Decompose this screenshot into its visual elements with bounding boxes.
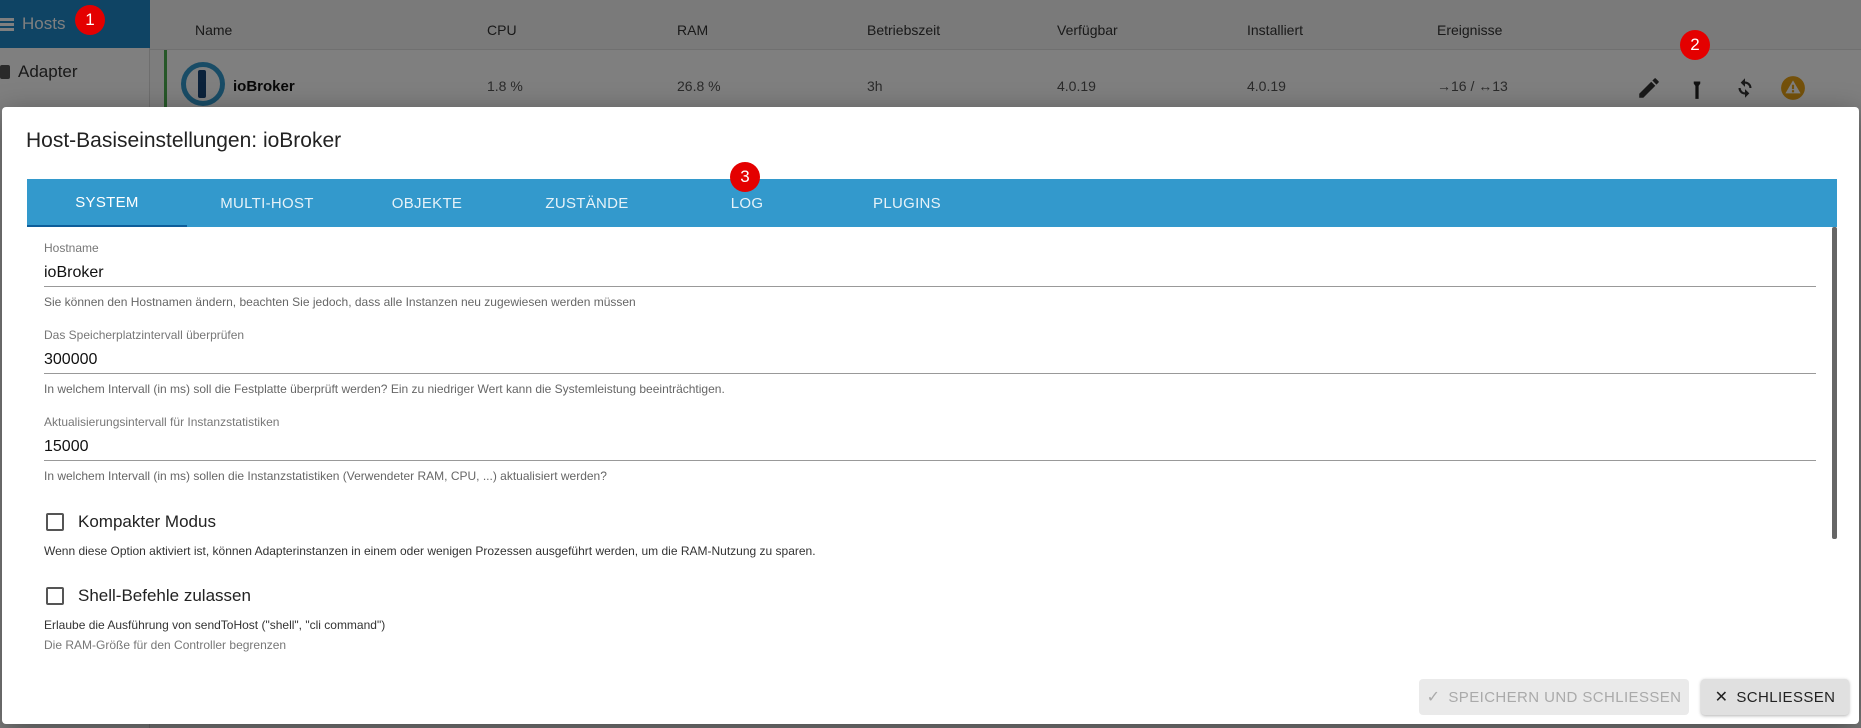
ram-limit-label: Die RAM-Größe für den Controller begrenz… [44, 638, 287, 652]
tab-objekte[interactable]: OBJEKTE [347, 179, 507, 227]
host-settings-dialog: Host-Basiseinstellungen: ioBroker SYSTEM… [2, 107, 1859, 724]
save-and-close-button[interactable]: ✓ SPEICHERN UND SCHLIESSEN [1419, 679, 1689, 715]
field-label: Hostname [44, 241, 99, 255]
stats-interval-input[interactable]: 15000 [44, 437, 1816, 461]
disk-interval-field: Das Speicherplatzintervall überprüfen 30… [44, 328, 1816, 396]
close-label: SCHLIESSEN [1736, 688, 1836, 706]
disk-interval-input[interactable]: 300000 [44, 350, 1816, 374]
check-icon: ✓ [1426, 689, 1441, 706]
close-icon: ✕ [1714, 689, 1729, 706]
compact-mode-checkbox-row[interactable]: Kompakter Modus [44, 510, 1816, 534]
tab-bar: SYSTEM MULTI-HOST OBJEKTE ZUSTÄNDE LOG P… [27, 179, 1837, 227]
compact-mode-option: Kompakter Modus Wenn diese Option aktivi… [44, 510, 1816, 558]
annotation-badge-2: 2 [1680, 30, 1710, 60]
field-help: In welchem Intervall (in ms) soll die Fe… [44, 382, 725, 396]
tab-plugins[interactable]: PLUGINS [827, 179, 987, 227]
shell-commands-option: Shell-Befehle zulassen Erlaube die Ausfü… [44, 584, 1816, 632]
dialog-content[interactable]: Hostname ioBroker Sie können den Hostnam… [27, 227, 1837, 654]
field-label: Das Speicherplatzintervall überprüfen [44, 328, 245, 342]
dialog-title: Host-Basiseinstellungen: ioBroker [26, 129, 342, 152]
close-button[interactable]: ✕ SCHLIESSEN [1701, 679, 1849, 715]
tab-zustaende[interactable]: ZUSTÄNDE [507, 179, 667, 227]
checkbox-label: Kompakter Modus [78, 512, 216, 531]
field-help: In welchem Intervall (in ms) sollen die … [44, 469, 607, 483]
hostname-field: Hostname ioBroker Sie können den Hostnam… [44, 241, 1816, 309]
content-scrollbar[interactable] [1832, 227, 1837, 539]
shell-commands-checkbox[interactable] [46, 587, 64, 605]
checkbox-label: Shell-Befehle zulassen [78, 586, 251, 605]
annotation-badge-3: 3 [730, 162, 760, 192]
field-help: Sie können den Hostnamen ändern, beachte… [44, 295, 636, 309]
checkbox-help: Wenn diese Option aktiviert ist, können … [44, 544, 816, 558]
checkbox-help: Erlaube die Ausführung von sendToHost ("… [44, 618, 386, 632]
annotation-badge-1: 1 [75, 5, 105, 35]
compact-mode-checkbox[interactable] [46, 513, 64, 531]
hostname-input[interactable]: ioBroker [44, 263, 1816, 287]
tab-system[interactable]: SYSTEM [27, 179, 187, 227]
field-label: Aktualisierungsintervall für Instanzstat… [44, 415, 280, 429]
tab-multi-host[interactable]: MULTI-HOST [187, 179, 347, 227]
save-label: SPEICHERN UND SCHLIESSEN [1448, 688, 1682, 706]
shell-commands-checkbox-row[interactable]: Shell-Befehle zulassen [44, 584, 1816, 608]
stats-interval-field: Aktualisierungsintervall für Instanzstat… [44, 415, 1816, 483]
